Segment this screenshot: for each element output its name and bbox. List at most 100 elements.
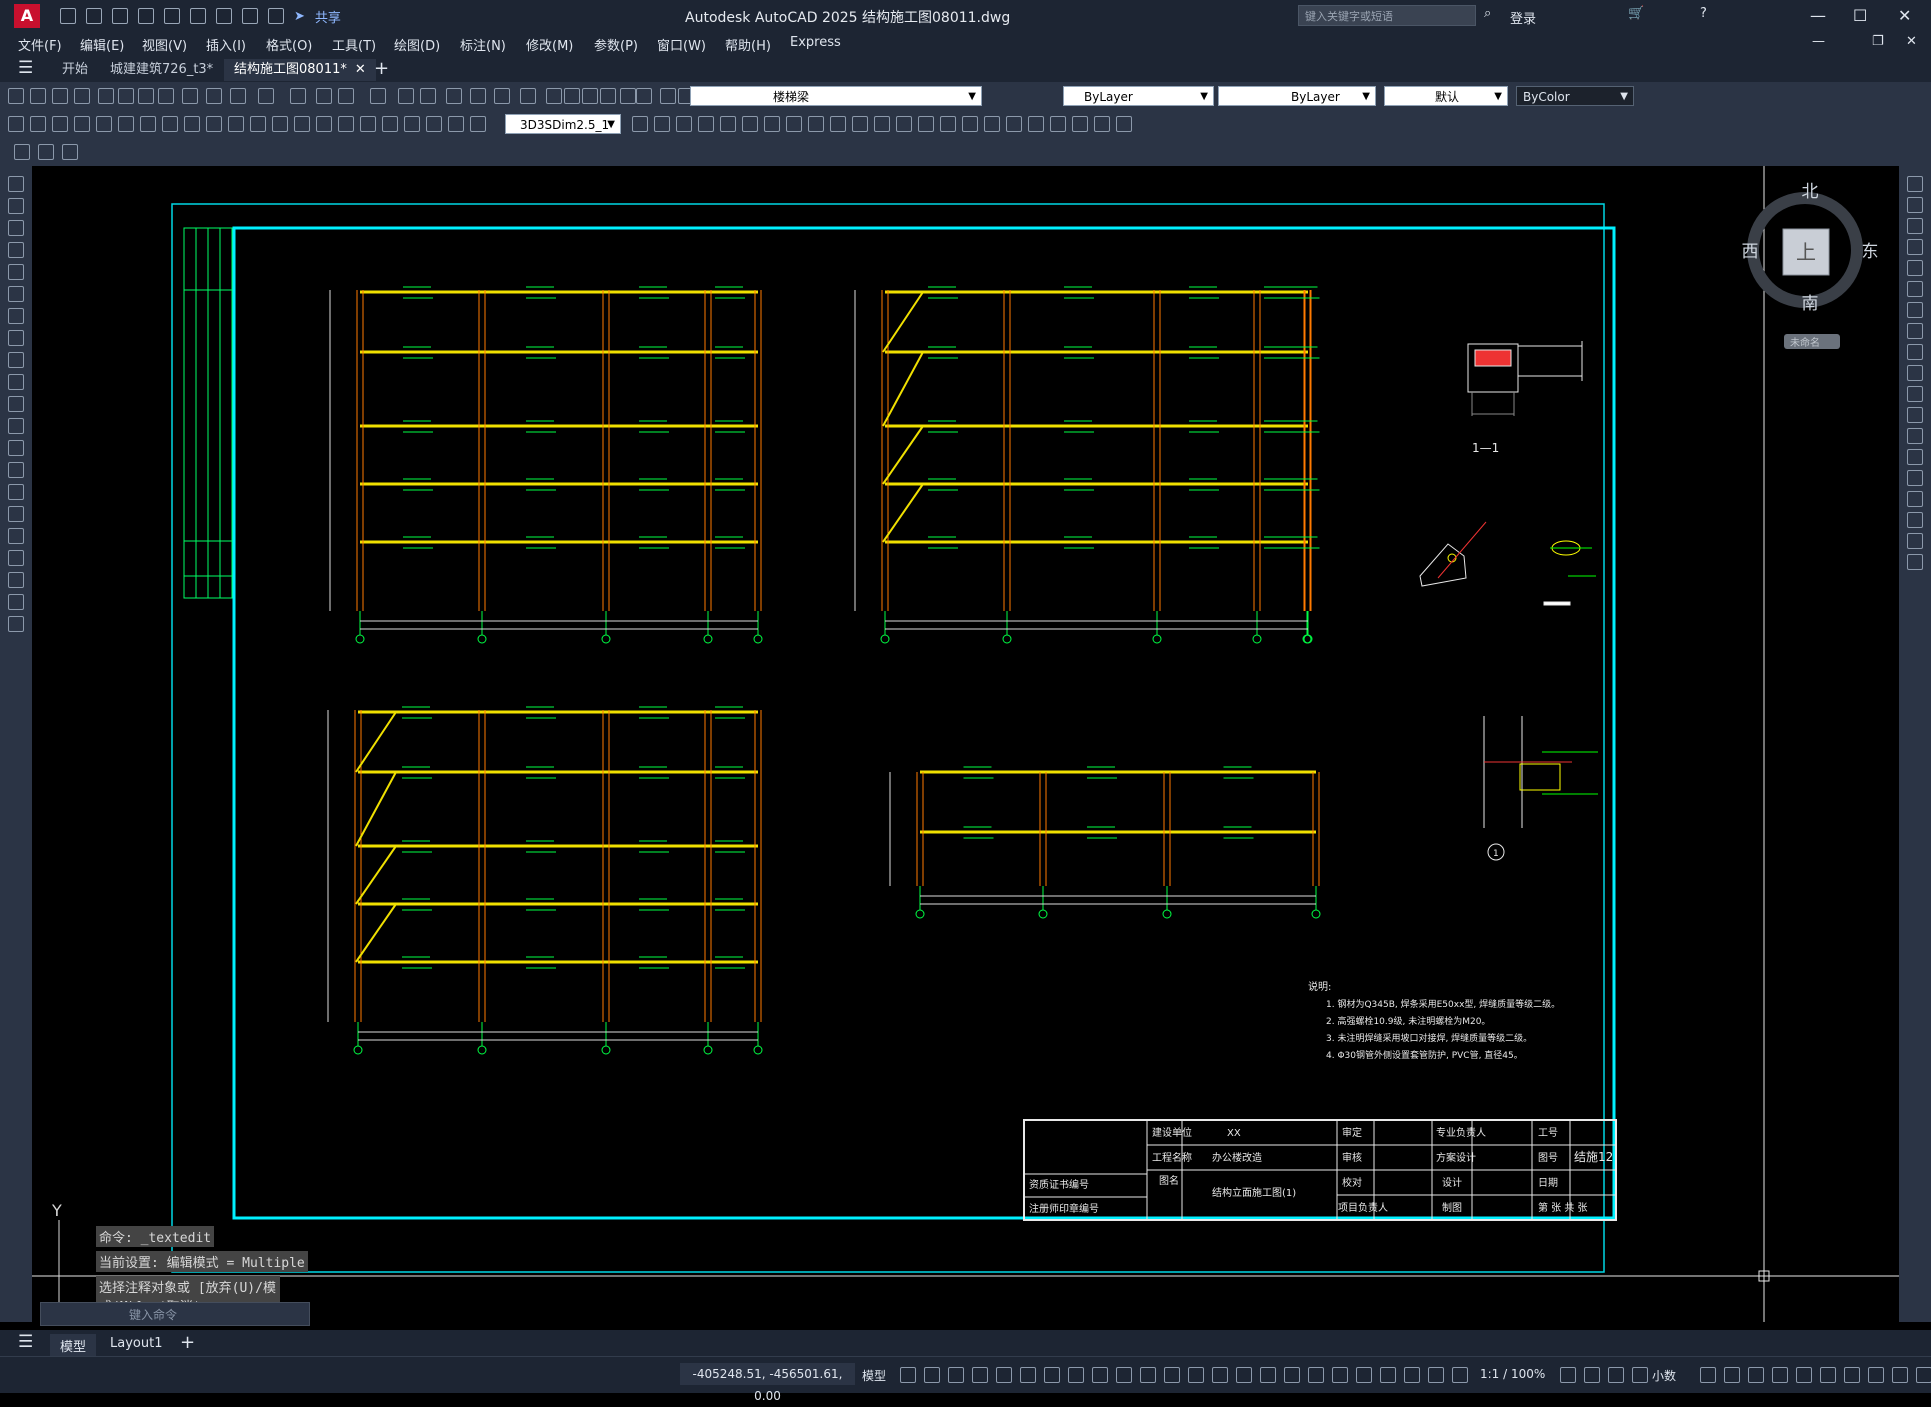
tool-icon[interactable]: [1632, 1367, 1648, 1383]
tool-icon[interactable]: [632, 116, 648, 132]
tool-icon[interactable]: [338, 88, 354, 104]
tool-icon[interactable]: [470, 88, 486, 104]
tool-icon[interactable]: [520, 88, 536, 104]
save-icon[interactable]: [112, 8, 128, 24]
tool-icon[interactable]: [8, 374, 24, 390]
tool-icon[interactable]: [1560, 1367, 1576, 1383]
tool-icon[interactable]: [1907, 407, 1923, 423]
tool-icon[interactable]: [1700, 1367, 1716, 1383]
units-dropdown[interactable]: 小数: [1652, 1367, 1676, 1384]
menu-express[interactable]: Express: [790, 35, 841, 50]
tool-icon[interactable]: [1584, 1367, 1600, 1383]
tool-icon[interactable]: [118, 88, 134, 104]
tool-icon[interactable]: [546, 88, 562, 104]
tool-icon[interactable]: [1452, 1367, 1468, 1383]
tool-icon[interactable]: [420, 88, 436, 104]
tool-icon[interactable]: [8, 330, 24, 346]
tool-icon[interactable]: [1907, 239, 1923, 255]
minimize-icon[interactable]: —: [1810, 6, 1826, 25]
menu-insert[interactable]: 插入(I): [206, 35, 246, 54]
tool-icon[interactable]: [582, 88, 598, 104]
tool-icon[interactable]: [52, 88, 68, 104]
menu-file[interactable]: 文件(F): [18, 35, 62, 54]
search-icon[interactable]: ⌕: [1484, 6, 1491, 21]
tool-icon[interactable]: [470, 116, 486, 132]
tool-icon[interactable]: [8, 462, 24, 478]
tool-icon[interactable]: [8, 352, 24, 368]
open-file-icon[interactable]: [86, 8, 102, 24]
tool-icon[interactable]: [448, 116, 464, 132]
tab-close-icon[interactable]: ✕: [355, 62, 366, 77]
tool-icon[interactable]: [1907, 344, 1923, 360]
cart-icon[interactable]: 🛒: [1628, 6, 1644, 21]
search-input[interactable]: 键入关键字或短语: [1298, 5, 1476, 26]
plotstyle-dropdown[interactable]: ByColor ▼: [1516, 86, 1634, 106]
tool-icon[interactable]: [8, 116, 24, 132]
tool-icon[interactable]: [1796, 1367, 1812, 1383]
help-icon[interactable]: ?: [1700, 6, 1707, 21]
close-icon[interactable]: ✕: [1898, 6, 1911, 25]
linetype-dropdown[interactable]: ByLayer ▼: [1218, 86, 1376, 106]
plot-icon[interactable]: [216, 8, 232, 24]
tool-icon[interactable]: [494, 88, 510, 104]
tool-icon[interactable]: [206, 116, 222, 132]
tool-icon[interactable]: [600, 88, 616, 104]
tool-icon[interactable]: [1028, 116, 1044, 132]
tool-icon[interactable]: [8, 286, 24, 302]
tool-icon[interactable]: [62, 144, 78, 160]
tool-icon[interactable]: [1094, 116, 1110, 132]
tool-icon[interactable]: [1428, 1367, 1444, 1383]
menu-tools[interactable]: 工具(T): [332, 35, 376, 54]
tool-icon[interactable]: [786, 116, 802, 132]
maximize-icon[interactable]: ☐: [1853, 6, 1867, 25]
tool-icon[interactable]: [660, 88, 676, 104]
annotation-scale[interactable]: 1:1 / 100%: [1480, 1367, 1545, 1381]
tool-icon[interactable]: [1140, 1367, 1156, 1383]
tool-icon[interactable]: [1907, 428, 1923, 444]
app-menu-icon[interactable]: ☰: [18, 58, 33, 78]
dimstyle-dropdown[interactable]: 3D3SDim2.5_1 ▼: [505, 114, 621, 134]
tool-icon[interactable]: [8, 242, 24, 258]
tool-icon[interactable]: [1907, 302, 1923, 318]
tool-icon[interactable]: [1907, 470, 1923, 486]
tool-icon[interactable]: [1236, 1367, 1252, 1383]
tool-icon[interactable]: [360, 116, 376, 132]
tool-icon[interactable]: [118, 116, 134, 132]
tool-icon[interactable]: [620, 88, 636, 104]
tool-icon[interactable]: [258, 88, 274, 104]
tool-icon[interactable]: [290, 88, 306, 104]
tool-icon[interactable]: [1907, 176, 1923, 192]
tool-icon[interactable]: [1907, 281, 1923, 297]
tool-icon[interactable]: [338, 116, 354, 132]
layer-dropdown[interactable]: 楼梯梁 ▼: [690, 86, 982, 106]
tool-icon[interactable]: [1907, 491, 1923, 507]
tool-icon[interactable]: [1748, 1367, 1764, 1383]
tool-icon[interactable]: [8, 484, 24, 500]
tool-icon[interactable]: [182, 88, 198, 104]
tool-icon[interactable]: [74, 116, 90, 132]
tool-icon[interactable]: [162, 116, 178, 132]
tab-start[interactable]: 开始: [52, 59, 98, 81]
tool-icon[interactable]: [426, 116, 442, 132]
menu-dimension[interactable]: 标注(N): [460, 35, 506, 54]
tool-icon[interactable]: [940, 116, 956, 132]
tool-icon[interactable]: [948, 1367, 964, 1383]
viewcube-east[interactable]: 东: [1862, 242, 1879, 262]
tool-icon[interactable]: [1907, 323, 1923, 339]
viewcube-north[interactable]: 北: [1802, 182, 1819, 202]
command-input[interactable]: 键入命令: [40, 1302, 310, 1326]
doc-restore-icon[interactable]: ❐: [1872, 34, 1884, 49]
tool-icon[interactable]: [962, 116, 978, 132]
tool-icon[interactable]: [896, 116, 912, 132]
menu-view[interactable]: 视图(V): [142, 35, 187, 54]
tool-icon[interactable]: [742, 116, 758, 132]
tool-icon[interactable]: [1907, 533, 1923, 549]
tool-icon[interactable]: [272, 116, 288, 132]
tool-icon[interactable]: [808, 116, 824, 132]
tool-icon[interactable]: [1772, 1367, 1788, 1383]
viewcube-west[interactable]: 西: [1742, 242, 1759, 262]
tool-icon[interactable]: [918, 116, 934, 132]
tool-icon[interactable]: [138, 88, 154, 104]
tool-icon[interactable]: [1072, 116, 1088, 132]
share-icon[interactable]: ➤: [294, 9, 305, 24]
